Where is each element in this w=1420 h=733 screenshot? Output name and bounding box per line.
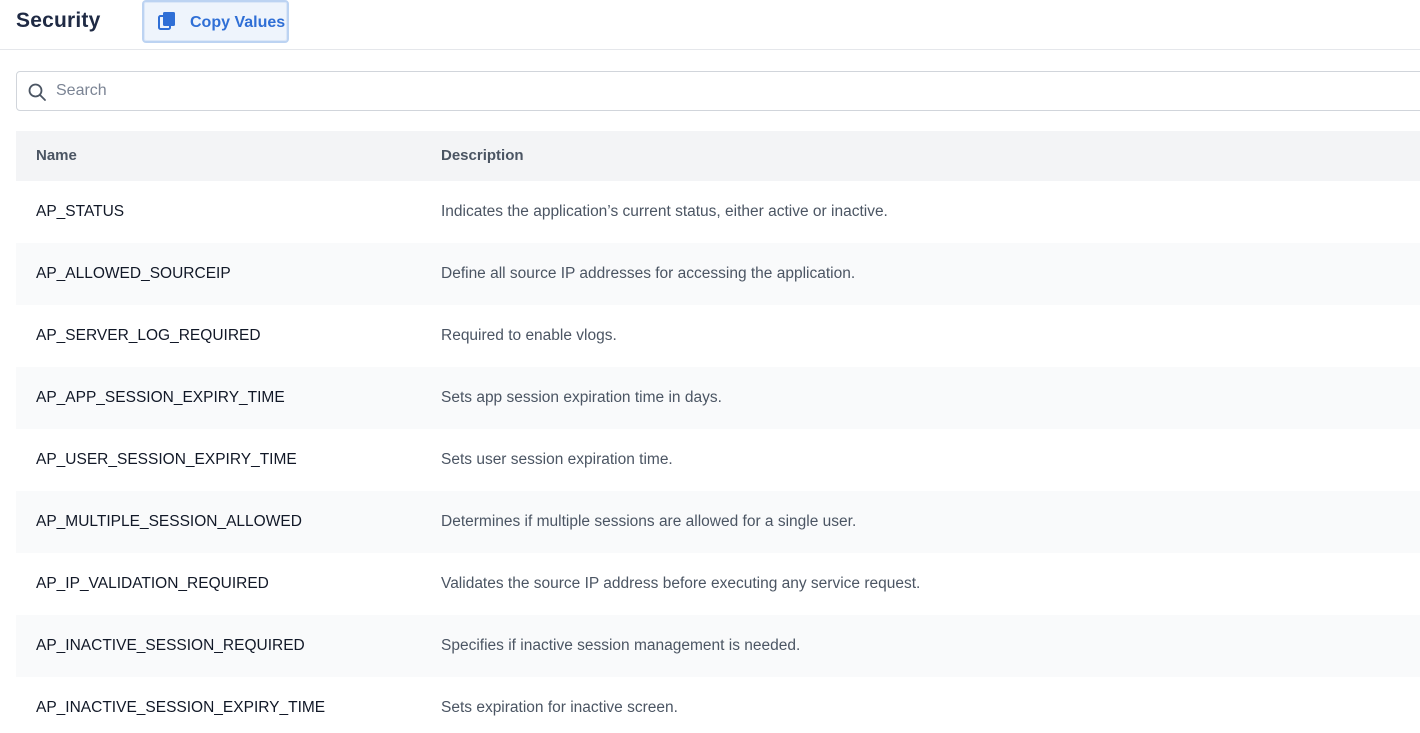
row-name: AP_ALLOWED_SOURCEIP xyxy=(36,265,231,282)
row-name: AP_SERVER_LOG_REQUIRED xyxy=(36,327,261,344)
row-name: AP_MULTIPLE_SESSION_ALLOWED xyxy=(36,513,302,530)
row-description: Specifies if inactive session management… xyxy=(441,637,801,654)
row-description: Validates the source IP address before e… xyxy=(441,575,921,592)
copy-values-button[interactable]: Copy Values xyxy=(142,0,289,43)
copy-icon xyxy=(158,12,175,30)
row-name: AP_INACTIVE_SESSION_REQUIRED xyxy=(36,637,305,654)
row-name: AP_APP_SESSION_EXPIRY_TIME xyxy=(36,389,285,406)
table-row[interactable]: AP_MULTIPLE_SESSION_ALLOWED Determines i… xyxy=(16,491,1420,553)
page-title: Security xyxy=(16,9,101,32)
search-icon xyxy=(28,83,46,101)
row-name: AP_INACTIVE_SESSION_EXPIRY_TIME xyxy=(36,699,326,716)
security-page: Security Copy Values Name Description AP… xyxy=(0,0,1420,733)
table-row[interactable]: AP_INACTIVE_SESSION_EXPIRY_TIME Sets exp… xyxy=(16,677,1420,733)
table-row[interactable]: AP_APP_SESSION_EXPIRY_TIME Sets app sess… xyxy=(16,367,1420,429)
row-name: AP_USER_SESSION_EXPIRY_TIME xyxy=(36,451,297,468)
row-description: Determines if multiple sessions are allo… xyxy=(441,513,857,530)
row-description: Sets expiration for inactive screen. xyxy=(441,699,678,716)
table-row[interactable]: AP_ALLOWED_SOURCEIP Define all source IP… xyxy=(16,243,1420,305)
search-box[interactable] xyxy=(16,71,1420,111)
column-header-name[interactable]: Name xyxy=(36,131,77,181)
variables-table: Name Description AP_STATUS Indicates the… xyxy=(16,131,1420,733)
page-header: Security Copy Values xyxy=(0,0,1420,50)
table-row[interactable]: AP_USER_SESSION_EXPIRY_TIME Sets user se… xyxy=(16,429,1420,491)
table-header: Name Description xyxy=(16,131,1420,181)
table-row[interactable]: AP_IP_VALIDATION_REQUIRED Validates the … xyxy=(16,553,1420,615)
row-name: AP_STATUS xyxy=(36,203,125,220)
table-row[interactable]: AP_STATUS Indicates the application’s cu… xyxy=(16,181,1420,243)
row-description: Sets user session expiration time. xyxy=(441,451,673,468)
copy-values-label: Copy Values xyxy=(190,14,286,31)
row-name: AP_IP_VALIDATION_REQUIRED xyxy=(36,575,269,592)
table-row[interactable]: AP_SERVER_LOG_REQUIRED Required to enabl… xyxy=(16,305,1420,367)
row-description: Sets app session expiration time in days… xyxy=(441,389,722,406)
column-header-description[interactable]: Description xyxy=(441,131,524,181)
row-description: Indicates the application’s current stat… xyxy=(441,203,888,220)
table-row[interactable]: AP_INACTIVE_SESSION_REQUIRED Specifies i… xyxy=(16,615,1420,677)
search-input[interactable] xyxy=(55,72,1416,110)
row-description: Define all source IP addresses for acces… xyxy=(441,265,856,282)
row-description: Required to enable vlogs. xyxy=(441,327,617,344)
